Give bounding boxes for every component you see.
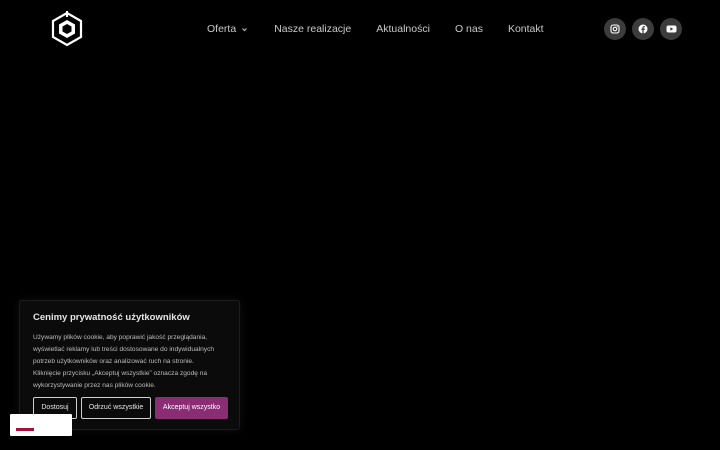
facebook-link[interactable]: [632, 18, 654, 40]
nav-item-label: Aktualności: [376, 23, 430, 35]
cookie-description-line: wykorzystywanie przez nas plików cookie.: [33, 382, 156, 389]
youtube-link[interactable]: [660, 18, 682, 40]
cookie-consent-dialog: Cenimy prywatność użytkowników Używamy p…: [19, 300, 240, 430]
site-header: Oferta Nasze realizacje Aktualności O na…: [0, 0, 720, 58]
hexagon-cube-logo-icon[interactable]: [50, 11, 84, 47]
nav-item-nasze-realizacje[interactable]: Nasze realizacje: [274, 20, 351, 38]
social-links: [604, 18, 682, 40]
nav-item-oferta[interactable]: Oferta: [207, 20, 249, 38]
nav-item-o-nas[interactable]: O nas: [455, 20, 483, 38]
nav-item-kontakt[interactable]: Kontakt: [508, 20, 544, 38]
facebook-icon: [638, 24, 648, 34]
nav-item-label: O nas: [454, 23, 483, 35]
chevron-down-icon: [242, 27, 248, 31]
cookie-title: Cenimy prywatność użytkowników: [33, 312, 190, 323]
cookie-description-line: Kliknięcie przycisku „Akceptuj wszystkie…: [33, 370, 208, 377]
cookie-description-line: potrzeb użytkowników oraz analizować ruc…: [33, 358, 194, 365]
main-nav: Oferta Nasze realizacje Aktualności O na…: [207, 20, 544, 38]
nav-item-label: Nasze realizacje: [274, 23, 352, 35]
accept-all-button[interactable]: Akceptuj wszystko: [155, 397, 228, 419]
instagram-icon: [610, 24, 620, 34]
reject-all-button[interactable]: Odrzuć wszystkie: [81, 397, 151, 419]
nav-item-label: Oferta: [207, 23, 237, 35]
nav-item-label: Kontakt: [507, 23, 544, 35]
cookie-description-line: wyświetlać reklamy lub treści dostosowan…: [33, 346, 215, 353]
page: Oferta Nasze realizacje Aktualności O na…: [0, 0, 720, 450]
youtube-icon: [666, 25, 676, 33]
widget-accent-bar: [16, 428, 34, 431]
cookie-description: Używamy plików cookie, aby poprawić jako…: [33, 332, 226, 392]
floating-widget[interactable]: [10, 414, 72, 436]
instagram-link[interactable]: [604, 18, 626, 40]
nav-item-aktualnosci[interactable]: Aktualności: [376, 20, 430, 38]
cookie-description-line: Używamy plików cookie, aby poprawić jako…: [33, 334, 208, 341]
